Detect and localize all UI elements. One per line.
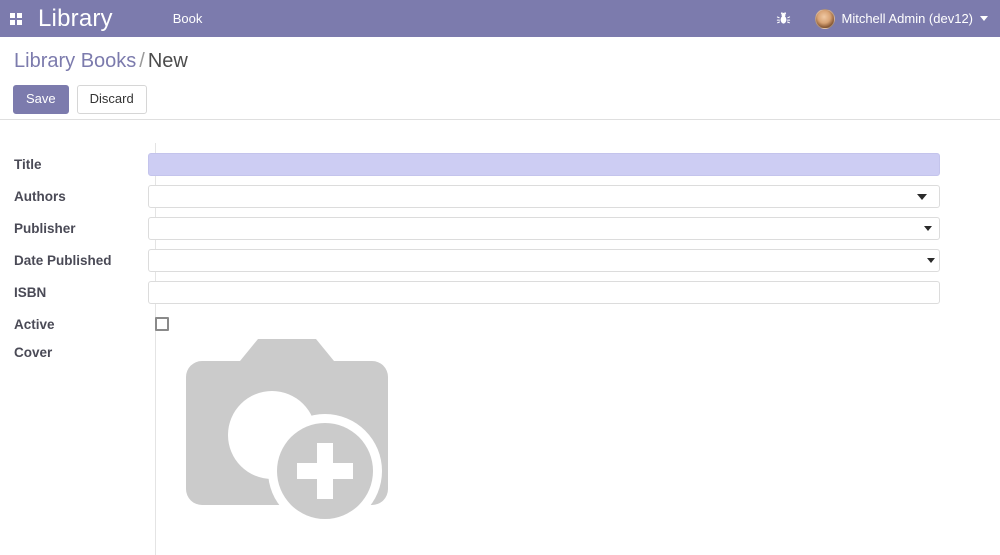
record-action-buttons: Save Discard <box>13 85 147 114</box>
form-row-title: Title <box>0 148 1000 180</box>
user-avatar <box>814 8 835 29</box>
user-name-label: Mitchell Admin (dev12) <box>841 11 974 26</box>
form-row-isbn: ISBN <box>0 276 1000 308</box>
bug-icon <box>776 12 791 24</box>
apps-menu-button[interactable] <box>0 0 32 37</box>
label-title: Title <box>14 156 42 172</box>
main-menu-bar: Book <box>165 0 211 37</box>
field-control-date-published <box>148 248 940 272</box>
field-control-isbn <box>148 280 940 304</box>
label-active: Active <box>14 316 55 332</box>
date-published-input[interactable] <box>148 248 940 272</box>
form-row-date-published: Date Published <box>0 244 1000 276</box>
cover-image-upload[interactable] <box>162 331 412 541</box>
breadcrumb: Library Books / New <box>14 50 188 73</box>
save-button[interactable]: Save <box>13 85 69 114</box>
label-publisher: Publisher <box>14 220 76 236</box>
brand-title[interactable]: Library <box>38 5 113 33</box>
label-isbn: ISBN <box>14 284 47 300</box>
form-sheet: Title Authors Publisher Date Published I… <box>0 121 1000 555</box>
top-navbar: Library Book Mitchell Admin (dev12) <box>0 0 1000 37</box>
control-panel: Library Books / New Save Discard <box>0 37 1000 120</box>
label-cover: Cover <box>14 344 53 360</box>
authors-input[interactable] <box>148 184 940 208</box>
label-date-published: Date Published <box>14 252 112 268</box>
publisher-input[interactable] <box>148 216 940 240</box>
field-control-publisher <box>148 216 940 240</box>
field-control-title <box>148 152 940 176</box>
chevron-down-icon <box>980 16 988 21</box>
isbn-input[interactable] <box>148 280 940 304</box>
form-row-authors: Authors <box>0 180 1000 212</box>
form-field-rows: Title Authors Publisher Date Published I… <box>0 148 1000 364</box>
navbar-right-section: Mitchell Admin (dev12) <box>769 0 1000 37</box>
field-control-authors <box>148 184 940 208</box>
label-authors: Authors <box>14 188 66 204</box>
form-row-active: Active <box>0 308 1000 340</box>
breadcrumb-parent-link[interactable]: Library Books <box>14 50 136 72</box>
user-menu[interactable]: Mitchell Admin (dev12) <box>814 0 988 37</box>
discard-button[interactable]: Discard <box>76 85 147 114</box>
menu-item-book[interactable]: Book <box>165 0 211 37</box>
form-row-cover: Cover <box>0 340 1000 364</box>
camera-placeholder-icon <box>186 339 388 528</box>
title-input[interactable] <box>148 152 940 176</box>
grid-apps-icon <box>10 12 22 25</box>
debug-mode-button[interactable] <box>769 0 799 37</box>
field-control-active <box>148 317 940 331</box>
active-checkbox[interactable] <box>155 317 169 331</box>
breadcrumb-separator: / <box>139 50 145 72</box>
breadcrumb-current-record: New <box>147 50 188 72</box>
form-row-publisher: Publisher <box>0 212 1000 244</box>
